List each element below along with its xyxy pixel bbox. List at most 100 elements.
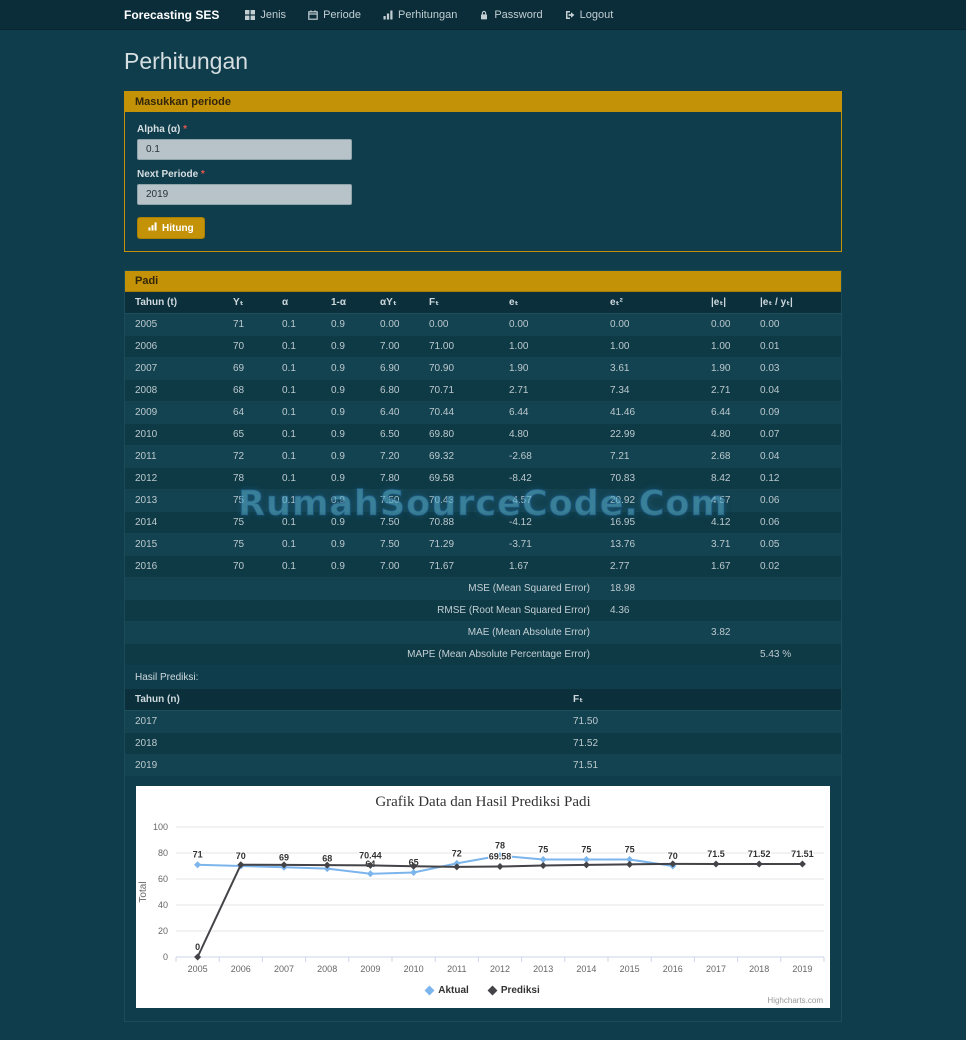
table-cell: 8.42 [701,468,750,490]
table-cell: 0.9 [321,468,370,490]
table-cell: 0.09 [750,402,841,424]
grid-icon [245,10,255,20]
table-cell: 16.95 [600,512,701,534]
legend-swatch-aktual [425,986,435,996]
summary-row: MAPE (Mean Absolute Percentage Error)5.4… [125,644,841,666]
legend-label: Prediksi [501,985,540,996]
table-row: 2011720.10.97.2069.32-2.687.212.680.04 [125,446,841,468]
svg-text:72: 72 [452,848,462,858]
nav-item-jenis[interactable]: Jenis [245,9,286,21]
table-cell: 64 [223,402,272,424]
nav-label: Perhitungan [398,9,457,21]
next-periode-input[interactable] [137,184,352,205]
svg-text:71.51: 71.51 [791,849,814,859]
table-cell: 70.90 [419,358,499,380]
table-cell: 0.00 [600,314,701,336]
alpha-input[interactable] [137,139,352,160]
svg-text:2011: 2011 [447,964,466,974]
svg-text:71: 71 [193,850,203,860]
column-header: |eₜ| [701,292,750,314]
svg-text:2008: 2008 [317,964,337,974]
legend-item-aktual[interactable]: Aktual [426,985,469,996]
table-cell: 71 [223,314,272,336]
summary-label: MAE (Mean Absolute Error) [125,622,600,644]
page-title: Perhitungan [124,48,842,75]
table-cell: 7.21 [600,446,701,468]
table-cell: 3.61 [600,358,701,380]
table-cell: 2.68 [701,446,750,468]
table-row: 2007690.10.96.9070.901.903.611.900.03 [125,358,841,380]
table-cell: 0.1 [272,402,321,424]
table-cell: 75 [223,490,272,512]
legend-swatch-prediksi [487,986,497,996]
prediction-row: 201971.51 [125,755,841,777]
hitung-button[interactable]: Hitung [137,217,205,239]
legend-item-prediksi[interactable]: Prediksi [489,985,540,996]
required-asterisk: * [183,124,187,135]
table-cell: 0.9 [321,380,370,402]
svg-text:40: 40 [158,900,168,910]
svg-text:75: 75 [538,845,548,855]
table-cell: 70.44 [419,402,499,424]
calculation-table: Tahun (t)Yₜα1-ααYₜFₜeₜeₜ²|eₜ||eₜ / yₜ| 2… [125,292,841,665]
table-cell: 6.80 [370,380,419,402]
svg-text:78: 78 [495,841,505,851]
table-cell: 2015 [125,534,223,556]
chart: Grafik Data dan Hasil Prediksi Padi 0204… [136,786,830,1008]
next-periode-label: Next Periode * [137,169,829,180]
nav-item-periode[interactable]: Periode [308,9,361,21]
table-cell: 4.80 [499,424,600,446]
svg-text:2016: 2016 [663,964,683,974]
svg-text:2015: 2015 [620,964,640,974]
table-cell: 7.00 [370,556,419,578]
table-cell: 6.40 [370,402,419,424]
column-header: 1-α [321,292,370,314]
app-brand[interactable]: Forecasting SES [124,8,219,22]
required-asterisk: * [201,169,205,180]
prediction-table: Tahun (n)Fₜ 201771.50201871.52201971.51 [125,689,841,776]
svg-text:20: 20 [158,926,168,936]
table-cell: 69.80 [419,424,499,446]
svg-text:0: 0 [195,942,200,952]
table-cell: 0.9 [321,556,370,578]
nav-label: Logout [580,9,614,21]
svg-text:2012: 2012 [490,964,510,974]
input-panel-heading: Masukkan periode [125,92,841,112]
svg-text:2018: 2018 [749,964,769,974]
table-row: 2006700.10.97.0071.001.001.001.000.01 [125,336,841,358]
table-cell: 0.9 [321,512,370,534]
table-cell: 0.1 [272,380,321,402]
table-cell: 13.76 [600,534,701,556]
table-cell: 2006 [125,336,223,358]
table-cell: 71.51 [563,755,841,777]
table-cell: 2017 [125,711,563,733]
calculation-table-header: Tahun (t)Yₜα1-ααYₜFₜeₜeₜ²|eₜ||eₜ / yₜ| [125,292,841,314]
table-cell: 0.1 [272,446,321,468]
logout-icon [565,10,575,20]
table-cell: 0.1 [272,424,321,446]
nav-item-perhitungan[interactable]: Perhitungan [383,9,457,21]
table-cell: 0.07 [750,424,841,446]
results-panel-heading: Padi [125,271,841,292]
table-cell: 3.71 [701,534,750,556]
nav-item-logout[interactable]: Logout [565,9,614,21]
chart-plot-area: 0204060801002005200620072008200920102011… [136,815,830,977]
table-cell: -3.71 [499,534,600,556]
nav-label: Jenis [260,9,286,21]
table-cell: 0.04 [750,446,841,468]
table-cell: 70.83 [600,468,701,490]
table-cell: 0.05 [750,534,841,556]
chart-credit[interactable]: Highcharts.com [767,996,823,1005]
table-cell: 6.44 [701,402,750,424]
table-cell: 0.9 [321,424,370,446]
table-cell: 0.1 [272,358,321,380]
table-cell: 6.90 [370,358,419,380]
table-cell: 0.9 [321,336,370,358]
table-cell: 2005 [125,314,223,336]
table-cell: 1.90 [701,358,750,380]
table-cell: 75 [223,512,272,534]
table-cell: 2010 [125,424,223,446]
summary-label: MAPE (Mean Absolute Percentage Error) [125,644,600,666]
chart-icon [383,10,393,20]
nav-item-password[interactable]: Password [479,9,542,21]
